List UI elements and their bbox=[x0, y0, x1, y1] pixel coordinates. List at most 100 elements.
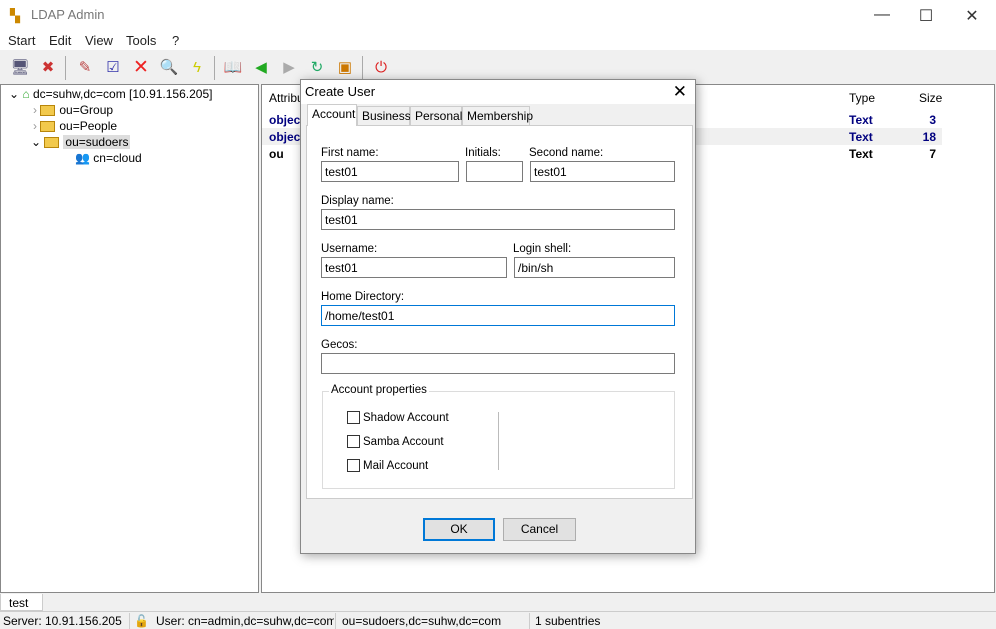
mail-account-checkbox[interactable]: Mail Account bbox=[347, 459, 428, 472]
initials-input[interactable] bbox=[466, 161, 523, 182]
status-count: 1 subentries bbox=[535, 614, 601, 628]
chevron-down-icon[interactable]: ⌄ bbox=[9, 87, 19, 101]
samba-account-checkbox[interactable]: Samba Account bbox=[347, 435, 444, 448]
book-icon[interactable]: 📖 bbox=[223, 57, 243, 77]
refresh-icon[interactable]: ↻ bbox=[307, 57, 327, 77]
menu-edit[interactable]: Edit bbox=[49, 33, 71, 48]
folder-icon bbox=[40, 121, 56, 133]
menu-tools[interactable]: Tools bbox=[126, 33, 156, 48]
divider bbox=[498, 412, 499, 470]
directory-tree[interactable]: ⌄ ⌂ dc=suhw,dc=com [10.91.156.205] › ou=… bbox=[0, 84, 259, 593]
attr-name: ou bbox=[269, 147, 284, 161]
checkbox-label: Samba Account bbox=[363, 435, 444, 448]
tree-item-label: ou=Group bbox=[59, 103, 114, 117]
checkbox-label: Shadow Account bbox=[363, 411, 449, 424]
close-button[interactable]: ✕ bbox=[962, 6, 982, 26]
second-name-input[interactable] bbox=[530, 161, 675, 182]
chevron-down-icon[interactable]: ⌄ bbox=[31, 135, 41, 149]
menu-help[interactable]: ? bbox=[172, 33, 179, 48]
toolbar-separator bbox=[214, 56, 215, 80]
menu-view[interactable]: View bbox=[85, 33, 113, 48]
toolbar-separator bbox=[362, 56, 363, 80]
app-logo-icon: ▚ bbox=[10, 8, 20, 23]
second-name-label: Second name: bbox=[529, 147, 604, 159]
group-icon: 👥 bbox=[75, 151, 90, 165]
tab-business[interactable]: Business bbox=[357, 106, 411, 125]
gecos-input[interactable] bbox=[321, 353, 675, 374]
cancel-button[interactable]: Cancel bbox=[503, 518, 576, 541]
attr-type: Text bbox=[849, 130, 873, 144]
attr-size: 18 bbox=[922, 130, 936, 144]
login-shell-label: Login shell: bbox=[513, 243, 572, 255]
column-header-type[interactable]: Type bbox=[849, 91, 875, 105]
account-properties-group: Account properties Shadow Account Samba … bbox=[322, 384, 675, 489]
menu-start[interactable]: Start bbox=[8, 33, 35, 48]
status-divider bbox=[529, 613, 530, 629]
tree-item-people[interactable]: › ou=People bbox=[33, 119, 117, 133]
tree-item-label: ou=People bbox=[59, 119, 118, 133]
status-divider bbox=[129, 613, 130, 629]
tree-root[interactable]: ⌄ ⌂ dc=suhw,dc=com [10.91.156.205] bbox=[9, 87, 212, 101]
server-icon: ⌂ bbox=[22, 87, 30, 101]
tree-item-label: ou=sudoers bbox=[63, 135, 131, 149]
forward-icon[interactable]: ▶ bbox=[279, 57, 299, 77]
folder-icon bbox=[44, 137, 60, 149]
maximize-button[interactable]: ☐ bbox=[916, 6, 936, 26]
username-label: Username: bbox=[321, 243, 378, 255]
tab-membership[interactable]: Membership bbox=[462, 106, 533, 125]
account-properties-caption: Account properties bbox=[329, 384, 429, 396]
gecos-label: Gecos: bbox=[321, 339, 358, 351]
tree-item-cloud[interactable]: 👥 cn=cloud bbox=[75, 151, 142, 165]
search-icon[interactable]: 🔍 bbox=[159, 57, 179, 77]
status-bar: Server: 10.91.156.205 🔓 User: cn=admin,d… bbox=[0, 611, 996, 629]
lightning-icon[interactable]: ϟ bbox=[187, 57, 207, 77]
chevron-right-icon[interactable]: › bbox=[33, 119, 37, 133]
dialog-title-bar: Create User ✕ bbox=[301, 80, 695, 104]
schema-icon[interactable]: ▣ bbox=[335, 57, 355, 77]
column-header-size[interactable]: Size bbox=[919, 91, 942, 105]
checkbox-label: Mail Account bbox=[363, 459, 429, 472]
initials-label: Initials: bbox=[465, 147, 501, 159]
folder-icon bbox=[40, 105, 56, 117]
tree-item-label: cn=cloud bbox=[93, 151, 142, 165]
tree-item-sudoers[interactable]: ⌄ ou=sudoers bbox=[31, 135, 131, 149]
connect-icon[interactable]: 🖥 bbox=[10, 57, 30, 77]
tab-account[interactable]: Account bbox=[307, 104, 357, 126]
display-name-input[interactable] bbox=[321, 209, 675, 230]
delete-icon[interactable]: ✕ bbox=[131, 57, 151, 78]
status-divider bbox=[335, 613, 336, 629]
home-directory-label: Home Directory: bbox=[321, 291, 405, 303]
tree-item-group[interactable]: › ou=Group bbox=[33, 103, 113, 117]
attr-type: Text bbox=[849, 147, 873, 161]
toolbar-separator bbox=[65, 56, 66, 80]
minimize-button[interactable]: — bbox=[872, 6, 892, 24]
status-dn: ou=sudoers,dc=suhw,dc=com bbox=[342, 614, 502, 628]
edit-icon[interactable]: ✎ bbox=[75, 57, 95, 77]
attr-size: 7 bbox=[929, 147, 936, 161]
attr-type: Text bbox=[849, 113, 873, 127]
first-name-label: First name: bbox=[321, 147, 379, 159]
exit-icon[interactable]: ⏻ bbox=[371, 57, 391, 77]
display-name-label: Display name: bbox=[321, 195, 394, 207]
first-name-input[interactable] bbox=[321, 161, 459, 182]
attr-size: 3 bbox=[929, 113, 936, 127]
ok-button[interactable]: OK bbox=[423, 518, 495, 541]
login-shell-input[interactable] bbox=[514, 257, 675, 278]
dialog-title: Create User bbox=[305, 84, 376, 99]
tab-test[interactable]: test bbox=[0, 594, 43, 611]
home-directory-input[interactable] bbox=[321, 305, 675, 326]
tab-personal[interactable]: Personal bbox=[410, 106, 462, 125]
status-user: User: cn=admin,dc=suhw,dc=com bbox=[156, 614, 334, 628]
back-icon[interactable]: ◀ bbox=[251, 57, 271, 77]
status-server: Server: 10.91.156.205 bbox=[3, 614, 122, 628]
disconnect-icon[interactable]: ✖ bbox=[38, 57, 58, 77]
checkbox-icon[interactable] bbox=[347, 411, 360, 424]
dialog-close-icon[interactable]: ✕ bbox=[673, 82, 687, 102]
properties-icon[interactable]: ☑ bbox=[103, 57, 123, 77]
username-input[interactable] bbox=[321, 257, 507, 278]
shadow-account-checkbox[interactable]: Shadow Account bbox=[347, 411, 449, 424]
checkbox-icon[interactable] bbox=[347, 435, 360, 448]
tree-root-label: dc=suhw,dc=com [10.91.156.205] bbox=[33, 87, 213, 101]
checkbox-icon[interactable] bbox=[347, 459, 360, 472]
chevron-right-icon[interactable]: › bbox=[33, 103, 37, 117]
